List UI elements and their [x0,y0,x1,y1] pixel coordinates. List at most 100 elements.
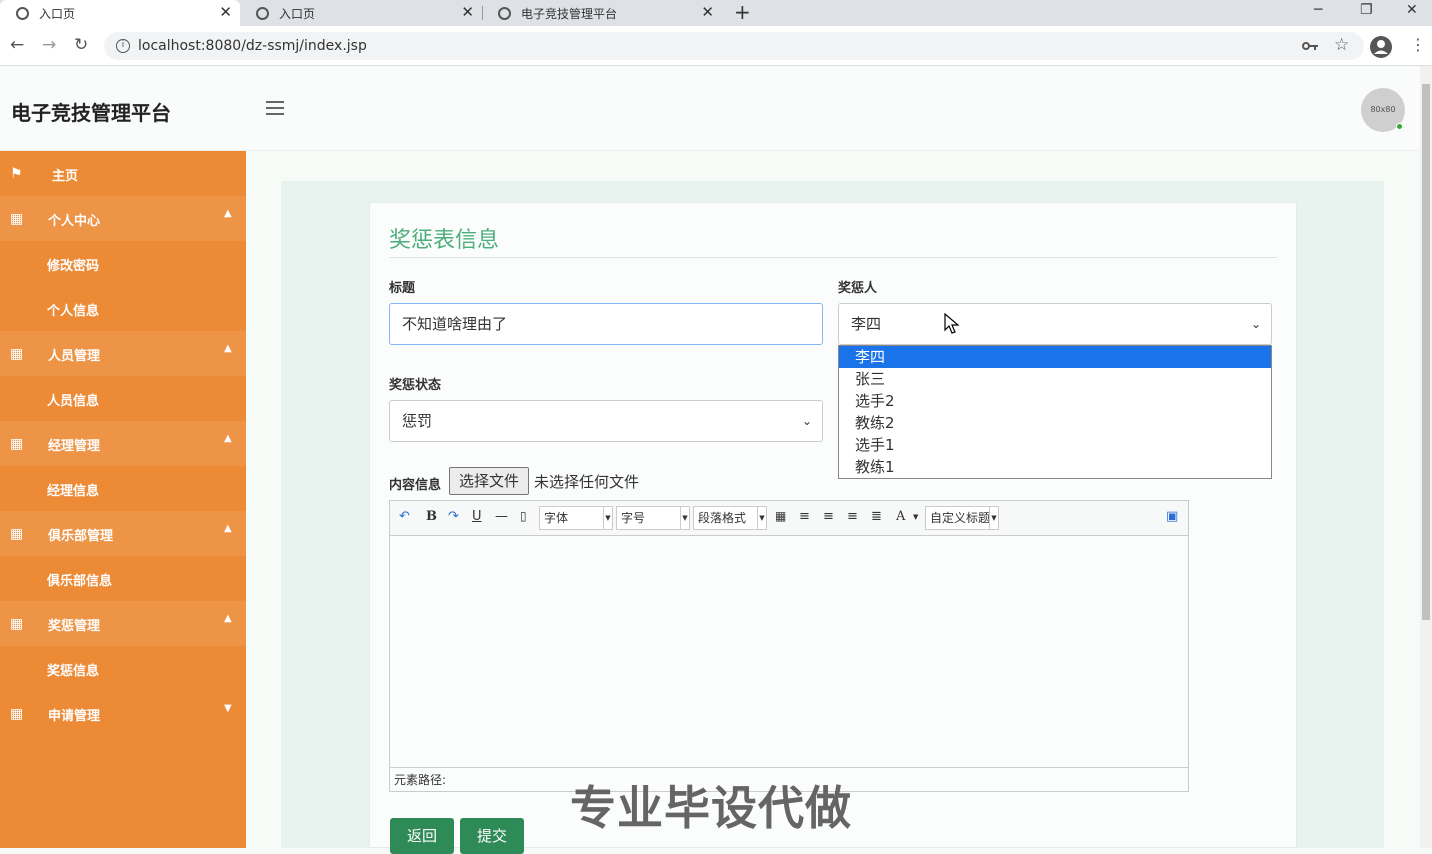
sidebar-item-label: 奖惩管理 [48,619,101,634]
person-select[interactable]: 李四 ⌄ [838,303,1272,345]
title-input[interactable]: 不知道啥理由了 [389,303,823,345]
font-size-select[interactable]: 字号 ▼ [616,506,690,530]
grid-icon: ▦ [10,436,24,452]
caret-down-icon: ▼ [224,703,232,714]
dropdown-option[interactable]: 教练1 [839,456,1271,478]
online-status-dot [1396,123,1403,130]
sidebar-item-label: 俱乐部信息 [47,574,113,589]
sidebar-group-personnel[interactable]: ▦ 人员管理 ▲ [0,331,246,376]
tab-title: 入口页 [279,6,316,21]
close-tab-icon[interactable]: ✕ [701,3,714,21]
sidebar-group-rewards[interactable]: ▦ 奖惩管理 ▲ [0,601,246,646]
sidebar-item-club-info[interactable]: 俱乐部信息 [0,556,246,601]
sidebar-item-manager-info[interactable]: 经理信息 [0,466,246,511]
rich-text-editor: ↶ B ↷ U — ▯ 字体 ▼ 字号 ▼ 段落格式 ▼ ▦ ≡ ≡ ≡ ≣ A… [389,500,1189,792]
dropdown-arrow-icon: ▼ [603,507,612,529]
scrollbar-thumb[interactable] [1422,84,1430,620]
close-tab-icon[interactable]: ✕ [219,3,232,21]
sidebar-item-label: 个人中心 [48,214,101,229]
forward-icon[interactable]: → [42,35,56,55]
new-tab-button[interactable]: + [734,0,751,24]
more-icon[interactable]: ⋮ [1410,35,1426,54]
star-icon[interactable]: ☆ [1334,35,1349,55]
caret-up-icon: ▲ [224,613,232,624]
font-family-select[interactable]: 字体 ▼ [539,506,613,530]
sidebar-item-label: 申请管理 [48,709,101,724]
watermark: 专业毕设代做 [570,781,852,835]
url-field[interactable]: i localhost:8080/dz-ssmj/index.jsp [104,32,1364,60]
close-window-button[interactable]: ✕ [1406,0,1418,20]
bold-button[interactable]: B [426,509,437,524]
page-title: 奖惩表信息 [389,228,500,253]
chevron-down-icon: ⌄ [1250,317,1261,331]
sidebar-group-personal-center[interactable]: ▦ 个人中心 ▲ [0,196,246,241]
choose-file-button[interactable]: 选择文件 [449,467,529,495]
sidebar-item-personal-info[interactable]: 个人信息 [0,286,246,331]
sidebar-item-change-password[interactable]: 修改密码 [0,241,246,286]
sidebar-item-label: 俱乐部管理 [48,529,114,544]
dropdown-option[interactable]: 李四 [839,346,1271,368]
submit-button[interactable]: 提交 [460,818,524,854]
flag-icon: ⚑ [10,166,23,182]
back-icon[interactable]: ← [10,35,24,55]
key-icon[interactable] [1302,39,1318,53]
custom-title-select[interactable]: 自定义标题 ▼ [925,506,999,530]
profile-icon[interactable] [1370,36,1392,58]
content-label: 内容信息 [389,478,442,493]
dropdown-option[interactable]: 张三 [839,368,1271,390]
restore-button[interactable]: ❐ [1360,0,1373,20]
table-icon[interactable]: ▦ [775,509,786,523]
sidebar-item-home[interactable]: ⚑ 主页 [0,151,246,196]
horizontal-rule-icon[interactable]: — [495,509,508,524]
mouse-cursor-icon [944,313,960,334]
document-icon[interactable]: ▯ [520,509,527,523]
editor-content-area[interactable] [390,537,1188,767]
status-select[interactable]: 惩罚 ⌄ [389,400,823,442]
sidebar-group-manager[interactable]: ▦ 经理管理 ▲ [0,421,246,466]
align-left-icon[interactable]: ≡ [799,509,810,524]
close-tab-icon[interactable]: ✕ [461,3,474,21]
browser-tab[interactable]: 入口页 ✕ [240,0,482,26]
align-justify-icon[interactable]: ≣ [871,509,882,524]
browser-tab[interactable]: 电子竞技管理平台 ✕ [482,0,722,26]
tab-title: 电子竞技管理平台 [521,6,618,21]
minimize-button[interactable]: ─ [1314,0,1322,20]
globe-icon [498,6,511,20]
sidebar-item-label: 奖惩信息 [47,664,100,679]
dropdown-arrow-icon[interactable]: ▼ [913,513,918,521]
align-right-icon[interactable]: ≡ [823,509,834,524]
dropdown-arrow-icon: ▼ [757,507,766,529]
person-dropdown-list: 李四 张三 选手2 教练2 选手1 教练1 [838,345,1272,479]
browser-tab[interactable]: 入口页 ✕ [0,0,240,26]
sidebar-item-personnel-info[interactable]: 人员信息 [0,376,246,421]
dropdown-option[interactable]: 选手1 [839,434,1271,456]
sidebar-item-label: 人员信息 [47,394,100,409]
page-scrollbar[interactable] [1420,66,1432,848]
fullscreen-icon[interactable]: ▣ [1166,509,1178,524]
app-header: 电子竞技管理平台 80x80 [0,67,1420,151]
caret-up-icon: ▲ [224,523,232,534]
info-icon[interactable]: i [116,39,130,53]
status-label: 奖惩状态 [389,378,442,393]
sidebar-item-label: 主页 [52,169,79,184]
undo-icon[interactable]: ↶ [399,509,410,524]
reload-icon[interactable]: ↻ [74,35,88,55]
sidebar-item-rewards-info[interactable]: 奖惩信息 [0,646,246,691]
font-color-button[interactable]: A [896,509,905,524]
sidebar-group-club[interactable]: ▦ 俱乐部管理 ▲ [0,511,246,556]
paragraph-format-select[interactable]: 段落格式 ▼ [693,506,767,530]
underline-button[interactable]: U [472,509,482,524]
redo-icon[interactable]: ↷ [448,509,459,524]
avatar[interactable]: 80x80 [1361,88,1405,132]
size-select-label: 字号 [621,511,646,525]
back-button[interactable]: 返回 [390,818,454,854]
custom-title-label: 自定义标题 [930,511,991,525]
align-center-icon[interactable]: ≡ [847,509,858,524]
dropdown-option[interactable]: 教练2 [839,412,1271,434]
sidebar-group-applications[interactable]: ▦ 申请管理 ▼ [0,691,246,736]
dropdown-option[interactable]: 选手2 [839,390,1271,412]
font-select-label: 字体 [544,511,569,525]
person-select-value: 李四 [851,315,882,333]
hamburger-icon[interactable] [266,101,284,115]
globe-icon [256,6,269,20]
